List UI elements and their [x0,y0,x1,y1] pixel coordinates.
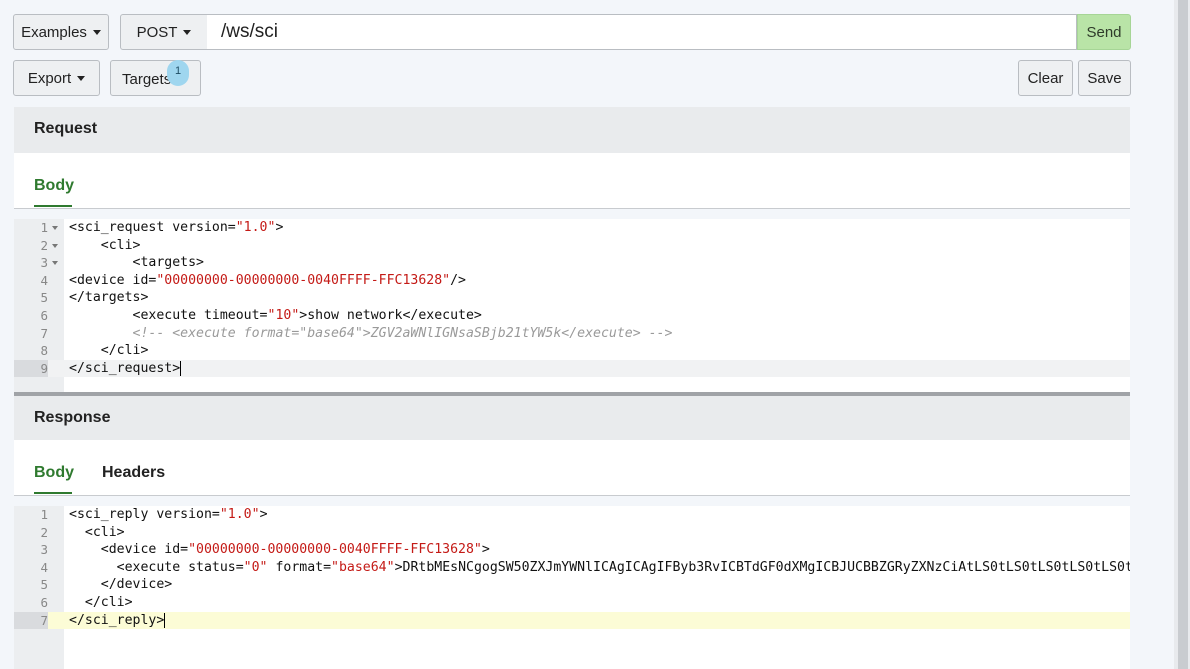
line-number: 5 [40,577,48,593]
response-tab-headers[interactable]: Headers [102,464,165,482]
code-text: </sci_reply> [69,612,166,628]
request-code-line[interactable]: 6 <execute timeout="10">show network</ex… [14,307,1130,325]
response-tab-divider [14,495,1130,496]
send-button[interactable]: Send [1077,14,1131,50]
response-code-line[interactable]: 1 <sci_reply version="1.0"> [14,506,1130,524]
request-tabs-area: Body [14,153,1130,209]
targets-label: Targets [122,71,172,88]
response-panel: Response Body Headers 1 <sci_reply versio… [14,396,1130,669]
code-text: <device id="00000000-00000000-0040FFFF-F… [69,542,490,558]
code-text: </sci_request> [69,360,182,376]
response-code-line[interactable]: 6 </cli> [14,594,1130,612]
code-text: <cli> [69,237,141,253]
line-number: 7 [40,325,48,341]
line-number: 2 [40,524,48,540]
line-number: 1 [40,507,48,522]
line-number: 3 [40,255,48,271]
code-text: <cli> [69,524,125,540]
request-panel-header: Request [14,107,1130,153]
request-code-line[interactable]: 7 <!-- <execute format="base64">ZGV2aWNl… [14,325,1130,343]
code-text: </cli> [69,595,133,610]
response-tab-body[interactable]: Body [34,464,74,482]
line-number: 8 [40,343,48,359]
request-tab-divider [14,208,1130,209]
examples-dropdown[interactable]: Examples [13,14,109,50]
clear-button[interactable]: Clear [1018,60,1073,96]
code-text: <device id="00000000-00000000-0040FFFF-F… [69,272,466,288]
line-number: 6 [40,595,48,610]
caret-down-icon [183,29,192,35]
save-button[interactable]: Save [1078,60,1131,96]
request-tab-body[interactable]: Body [34,177,74,195]
response-tabs-area: Body Headers [14,440,1130,496]
code-text: <!-- <execute format="base64">ZGV2aWNlIG… [132,325,673,341]
fold-toggle-icon[interactable] [52,243,58,248]
url-input[interactable]: /ws/sci [207,14,1077,50]
line-number: 9 [14,359,48,378]
code-text: <sci_request version="1.0"> [69,220,284,235]
code-text: <execute status="0" format="base64">DRtb… [69,559,1130,575]
export-label: Export [27,69,72,87]
response-code-line[interactable]: 5 </device> [14,576,1130,594]
page-scrollbar-thumb[interactable] [1178,0,1188,669]
fold-toggle-icon[interactable] [52,226,58,230]
line-number: 7 [14,611,48,630]
code-text: </targets> [69,290,149,306]
code-text: <sci_reply version="1.0"> [69,507,268,522]
code-text: <targets> [69,255,204,271]
request-code-line[interactable]: 3 <targets> [14,254,1130,272]
code-text: <execute timeout="10">show network</exec… [69,308,482,323]
request-tab-underline [34,205,72,207]
request-code-line[interactable]: 5 </targets> [14,289,1130,307]
request-body-editor[interactable]: 1 <sci_request version="1.0"> 2 <cli> 3 <ta… [14,219,1130,392]
response-code-line[interactable]: 2 <cli> [14,524,1130,542]
response-code-line[interactable]: 4 <execute status="0" format="base64">DR… [14,559,1130,577]
line-number: 1 [40,220,48,235]
response-tab-underline [34,492,72,494]
export-dropdown[interactable]: Export [13,60,100,96]
caret-down-icon [92,29,101,35]
request-code-line[interactable]: 9 </sci_request> [14,359,1130,378]
request-code-line[interactable]: 2 <cli> [14,237,1130,255]
fold-toggle-icon[interactable] [52,261,58,266]
request-code-line[interactable]: 4 <device id="00000000-00000000-0040FFFF-… [14,272,1130,290]
request-panel: Request Body 1 <sci_request version="1.0"… [14,107,1130,392]
line-number: 4 [40,272,48,288]
method-dropdown[interactable]: POST [120,14,208,50]
examples-label: Examples [21,23,87,41]
code-text: </device> [69,577,173,593]
response-panel-header: Response [14,396,1130,442]
response-body-editor[interactable]: 1 <sci_reply version="1.0"> 2 <cli> 3 <devi… [14,506,1130,669]
line-number: 4 [40,559,48,575]
line-number: 5 [40,290,48,306]
line-number: 2 [40,237,48,253]
method-label: POST [136,23,178,41]
request-code-line[interactable]: 8 </cli> [14,342,1130,360]
line-number: 3 [40,542,48,558]
response-code-line[interactable]: 7 </sci_reply> [14,611,1130,630]
response-code-line[interactable]: 3 <device id="00000000-00000000-0040FFFF… [14,541,1130,559]
line-number: 6 [40,308,48,323]
targets-count-badge: 1 [167,60,189,86]
code-text: </cli> [69,343,149,359]
caret-down-icon [77,75,86,81]
request-code-line[interactable]: 1 <sci_request version="1.0"> [14,219,1130,237]
